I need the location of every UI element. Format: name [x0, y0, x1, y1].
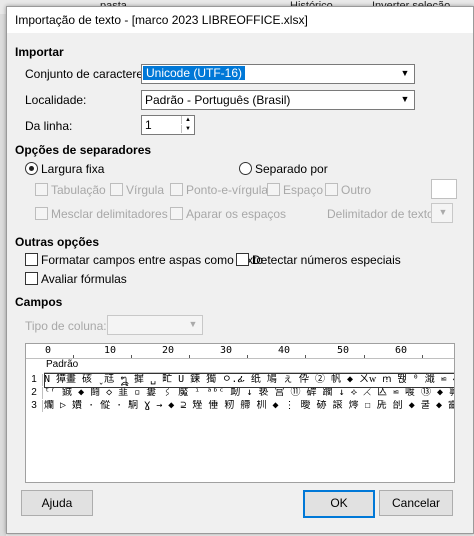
- chevron-down-icon: ▼: [438, 207, 448, 217]
- fields-preview[interactable]: 0 10 20 30 40 50 60 Padrão 1 N 獐畫 硋 ̬ 㒬 …: [25, 343, 455, 483]
- ruler-tick: [422, 355, 423, 358]
- cancel-button[interactable]: Cancelar: [379, 490, 453, 516]
- ruler-label: 40: [278, 345, 291, 356]
- fixed-width-label: Largura fixa: [41, 162, 105, 176]
- merge-delimiters-checkbox[interactable]: [35, 207, 48, 220]
- fields-heading: Campos: [15, 295, 63, 309]
- column-header-label: Padrão: [46, 359, 79, 370]
- preview-row: ᵗʳ 鋮 ◆ 鬪 ◇ 韮 ▫ 蔞 ⌇ 魘 ⁱ ᵃᵇᶜ 衂 ↓ 亵 宫 ⑪ 硸 躙…: [44, 387, 454, 398]
- from-row-label: Da linha:: [25, 119, 73, 133]
- other-label: Outro: [341, 183, 372, 197]
- detect-special-checkbox[interactable]: [236, 253, 249, 266]
- quoted-as-text-label: Formatar campos entre aspas como texto: [41, 253, 264, 267]
- import-heading: Importar: [15, 45, 64, 59]
- row-number: 3: [26, 400, 43, 412]
- row-number: 1: [26, 374, 43, 386]
- ruler-tick: [305, 355, 306, 358]
- space-label: Espaço: [283, 183, 324, 197]
- detect-special-label: Detectar números especiais: [252, 253, 401, 267]
- text-delimiter-label: Delimitador de texto:: [327, 207, 438, 221]
- separated-by-radio[interactable]: [239, 162, 252, 175]
- ruler-label: 60: [395, 345, 408, 356]
- preview-row: N 獐畫 硋 ̬ 㒬 ᪘ 摨 ␣ 甿 U 鍊 獨 ㅇ.ፊ 纸 鳩 ぇ 伜 ② 帆…: [44, 374, 454, 385]
- separators-heading: Opções de separadores: [15, 143, 152, 157]
- tab-label: Tabulação: [51, 183, 106, 197]
- from-row-value: 1: [145, 118, 152, 132]
- ruler-tick: [247, 355, 248, 358]
- fixed-width-radio[interactable]: [25, 162, 38, 175]
- help-button[interactable]: Ajuda: [21, 490, 93, 516]
- other-checkbox[interactable]: [325, 183, 338, 196]
- evaluate-formulas-label: Avaliar fórmulas: [41, 272, 127, 286]
- quoted-as-text-checkbox[interactable]: [25, 253, 38, 266]
- charset-combo[interactable]: Unicode (UTF-16) ▼: [141, 64, 415, 84]
- trim-spaces-label: Aparar os espaços: [186, 207, 287, 221]
- column-header[interactable]: Padrão: [44, 359, 454, 373]
- locale-value: Padrão - Português (Brasil): [145, 93, 291, 107]
- tab-checkbox[interactable]: [35, 183, 48, 196]
- preview-row: 爤 ▷ 嬇 · 傱 · 駉 Ɣ → ◆ ⊇ 矬 倕 籾 艜 杊 ◆ ⋮ 曖 硛 …: [44, 400, 454, 411]
- ruler-tick: [131, 355, 132, 358]
- evaluate-formulas-checkbox[interactable]: [25, 272, 38, 285]
- space-checkbox[interactable]: [267, 183, 280, 196]
- locale-label: Localidade:: [25, 93, 87, 107]
- dialog-title: Importação de texto - [marco 2023 LIBREO…: [15, 13, 308, 27]
- chevron-down-icon: ▼: [400, 68, 410, 78]
- ruler-label: 20: [162, 345, 175, 356]
- ruler-tick: [364, 355, 365, 358]
- other-separator-input[interactable]: [431, 179, 457, 199]
- column-ruler[interactable]: 0 10 20 30 40 50 60: [26, 344, 454, 359]
- ruler-label: 50: [337, 345, 350, 356]
- merge-delimiters-label: Mesclar delimitadores: [51, 207, 168, 221]
- other-options-heading: Outras opções: [15, 235, 100, 249]
- ruler-tick: [73, 355, 74, 358]
- column-type-combo[interactable]: ▼: [107, 315, 203, 335]
- charset-label: Conjunto de caracteres:: [25, 67, 153, 81]
- semicolon-checkbox[interactable]: [170, 183, 183, 196]
- from-row-spinner[interactable]: 1 ▲ ▼: [141, 115, 195, 135]
- chevron-down-icon: ▼: [188, 319, 198, 329]
- semicolon-label: Ponto-e-vírgula: [186, 183, 269, 197]
- comma-label: Vírgula: [126, 183, 165, 197]
- ruler-label: 10: [104, 345, 117, 356]
- charset-value: Unicode (UTF-16): [143, 66, 246, 80]
- ok-button[interactable]: OK: [303, 490, 375, 518]
- row-number: 2: [26, 387, 43, 399]
- locale-combo[interactable]: Padrão - Português (Brasil) ▼: [141, 90, 415, 110]
- ruler-label: 0: [45, 345, 52, 356]
- spin-down-icon[interactable]: ▼: [181, 125, 194, 133]
- ruler-tick: [189, 355, 190, 358]
- separated-by-label: Separado por: [255, 162, 328, 176]
- column-type-label: Tipo de coluna:: [25, 319, 107, 333]
- spin-up-icon[interactable]: ▲: [181, 116, 194, 124]
- chevron-down-icon: ▼: [400, 94, 410, 104]
- text-import-dialog: Importação de texto - [marco 2023 LIBREO…: [6, 6, 474, 534]
- ruler-label: 30: [220, 345, 233, 356]
- dialog-titlebar: Importação de texto - [marco 2023 LIBREO…: [7, 7, 473, 33]
- trim-spaces-checkbox[interactable]: [170, 207, 183, 220]
- text-delimiter-combo[interactable]: ▼: [431, 203, 453, 223]
- comma-checkbox[interactable]: [110, 183, 123, 196]
